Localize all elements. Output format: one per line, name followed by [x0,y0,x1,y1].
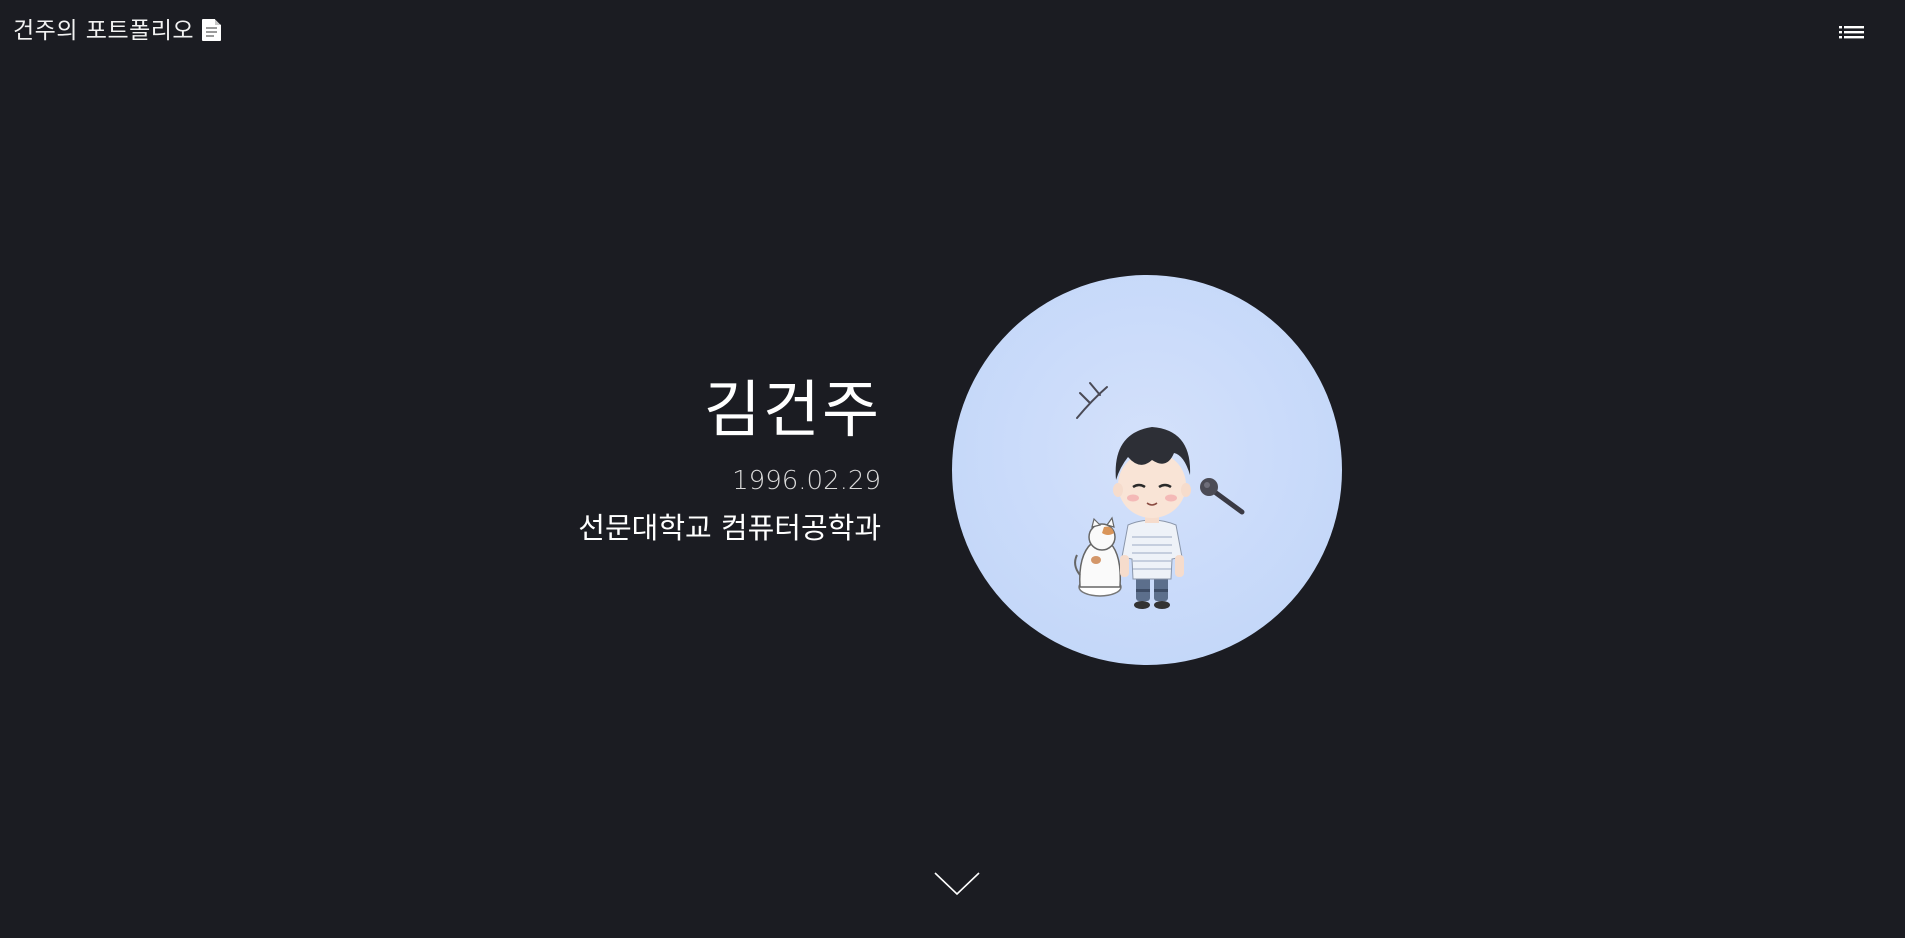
profile-school: 선문대학교 컴퓨터공학과 [578,511,881,545]
profile-birthdate: 1996.02.29 [732,466,881,496]
profile-name: 김건주 [703,373,881,446]
boy-illustration [1113,427,1191,609]
hero-section: 김건주 1996.02.29 선문대학교 컴퓨터공학과 [0,0,1905,938]
hero-profile-text: 김건주 1996.02.29 선문대학교 컴퓨터공학과 [578,370,881,548]
chevron-down-icon [934,872,980,896]
avatar-illustration [1074,382,1245,609]
scribble-mark [1076,382,1108,419]
scroll-down-button[interactable] [933,870,981,898]
portfolio-page: 건주의 포트폴리오 김건주 1996.02.29 선문대학교 컴퓨터공학과 [0,0,1905,938]
profile-avatar [952,275,1342,665]
cat-illustration [1074,516,1122,597]
microphone-illustration [1200,478,1245,515]
